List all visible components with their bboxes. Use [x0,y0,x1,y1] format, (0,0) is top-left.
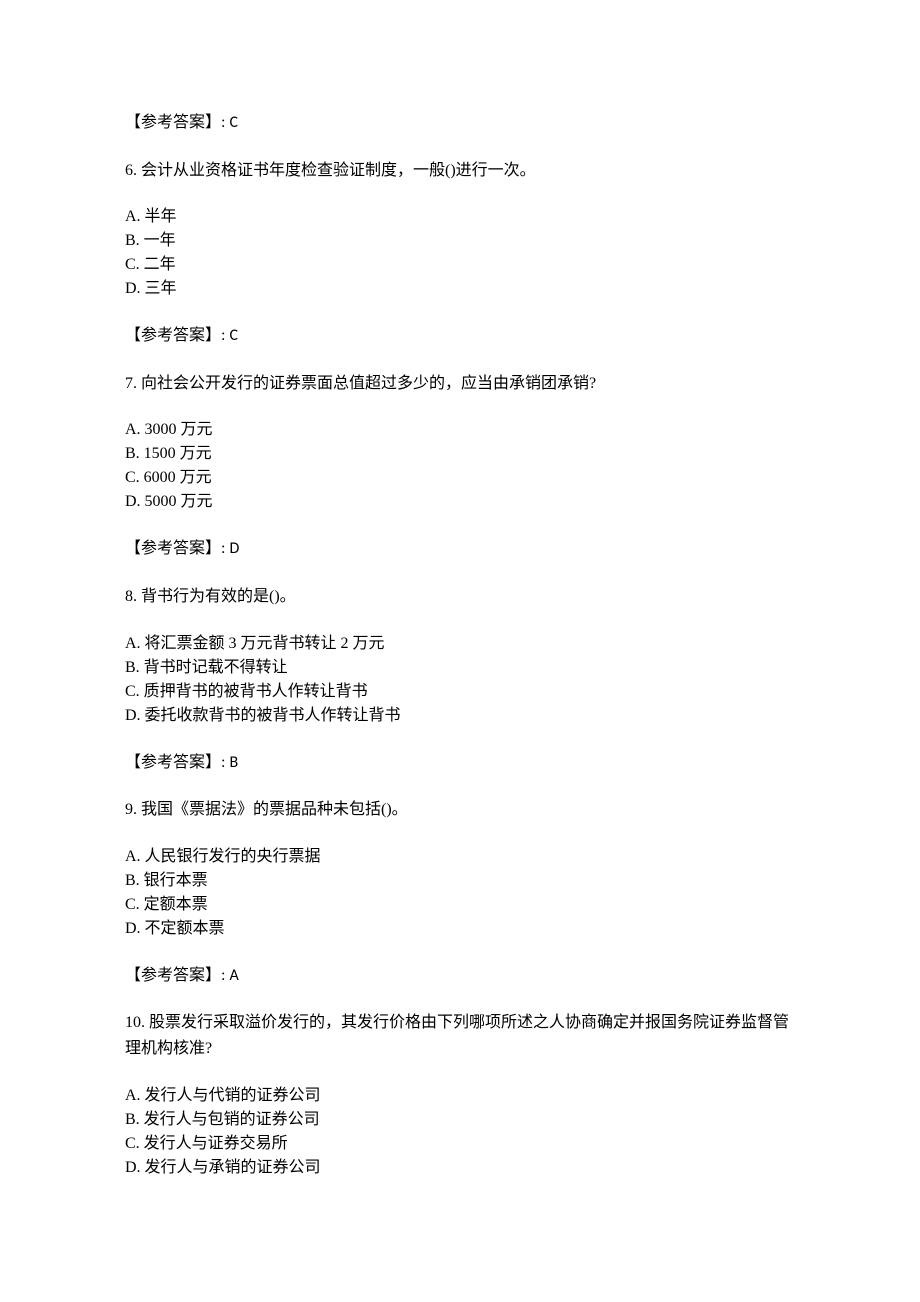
question-stem: 8. 背书行为有效的是()。 [125,584,795,610]
option-line: A. 半年 [125,205,795,229]
answer-label: 【参考答案】: [125,114,229,131]
answer-value: D [229,539,239,558]
answer-value: C [229,326,238,345]
question-options: A. 3000 万元 B. 1500 万元 C. 6000 万元 D. 5000… [125,418,795,514]
question-stem: 10. 股票发行采取溢价发行的，其发行价格由下列哪项所述之人协商确定并报国务院证… [125,1010,795,1061]
option-line: A. 将汇票金额 3 万元背书转让 2 万元 [125,632,795,656]
question-options: A. 人民银行发行的央行票据 B. 银行本票 C. 定额本票 D. 不定额本票 [125,845,795,941]
answer-block: 【参考答案】: A [125,963,795,989]
option-line: B. 银行本票 [125,869,795,893]
option-line: C. 6000 万元 [125,466,795,490]
option-line: C. 二年 [125,253,795,277]
answer-label: 【参考答案】: [125,540,229,557]
option-line: B. 背书时记载不得转让 [125,656,795,680]
answer-value: B [229,753,238,772]
answer-label: 【参考答案】: [125,754,229,771]
option-line: A. 发行人与代销的证券公司 [125,1084,795,1108]
answer-value: A [229,966,238,985]
question-options: A. 发行人与代销的证券公司 B. 发行人与包销的证券公司 C. 发行人与证券交… [125,1084,795,1180]
option-line: A. 3000 万元 [125,418,795,442]
option-line: B. 一年 [125,229,795,253]
option-line: B. 发行人与包销的证券公司 [125,1108,795,1132]
answer-label: 【参考答案】: [125,327,229,344]
answer-label: 【参考答案】: [125,967,229,984]
answer-block: 【参考答案】: C [125,323,795,349]
option-line: D. 委托收款背书的被背书人作转让背书 [125,704,795,728]
question-stem: 7. 向社会公开发行的证券票面总值超过多少的，应当由承销团承销? [125,371,795,397]
question-options: A. 将汇票金额 3 万元背书转让 2 万元 B. 背书时记载不得转让 C. 质… [125,632,795,728]
answer-block: 【参考答案】: D [125,536,795,562]
option-line: B. 1500 万元 [125,442,795,466]
option-line: C. 定额本票 [125,893,795,917]
option-line: C. 发行人与证券交易所 [125,1132,795,1156]
question-stem: 9. 我国《票据法》的票据品种未包括()。 [125,797,795,823]
document-page: 【参考答案】: C 6. 会计从业资格证书年度检查验证制度，一般()进行一次。 … [0,0,920,1262]
answer-block: 【参考答案】: B [125,750,795,776]
option-line: D. 不定额本票 [125,917,795,941]
option-line: A. 人民银行发行的央行票据 [125,845,795,869]
answer-block: 【参考答案】: C [125,110,795,136]
option-line: D. 三年 [125,277,795,301]
option-line: D. 发行人与承销的证券公司 [125,1156,795,1180]
answer-value: C [229,113,238,132]
question-options: A. 半年 B. 一年 C. 二年 D. 三年 [125,205,795,301]
question-stem: 6. 会计从业资格证书年度检查验证制度，一般()进行一次。 [125,158,795,184]
option-line: D. 5000 万元 [125,490,795,514]
option-line: C. 质押背书的被背书人作转让背书 [125,680,795,704]
